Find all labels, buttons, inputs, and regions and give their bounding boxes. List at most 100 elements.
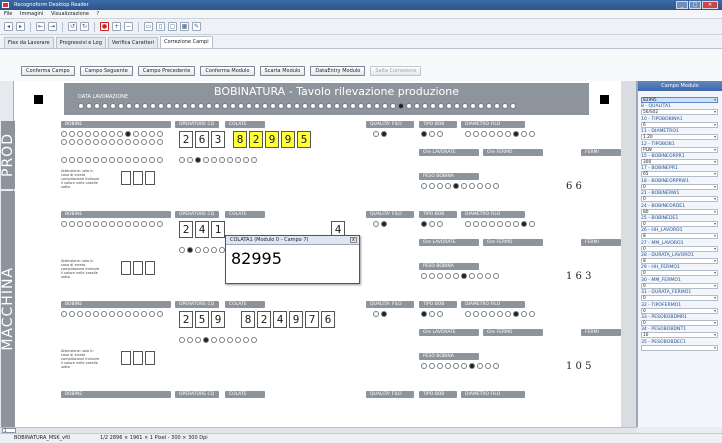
field-entry[interactable]: 21 - BOBINERW1 0	[641, 191, 720, 203]
field-entry[interactable]: 31 - DURATA_FERMO1 0	[641, 290, 720, 302]
field-value-input[interactable]: 0	[641, 245, 718, 252]
field-entry[interactable]: 32 - TIPOFERMO1 0	[641, 303, 720, 315]
scarta-modulo-button[interactable]: Scarta Modulo	[259, 66, 306, 76]
page-view-icon[interactable]: ▭	[144, 22, 153, 31]
correction-note: Attenzione: solo in caso di errata compi…	[61, 259, 100, 279]
field-value-input[interactable]: 0	[641, 270, 718, 277]
colata-digit[interactable]: 5	[297, 131, 311, 148]
field-value-input[interactable]: 0	[641, 183, 718, 190]
form-header: BOBINATURA - Tavolo rilevazione produzio…	[64, 83, 589, 115]
field-value-input[interactable]: 6	[641, 121, 718, 128]
colata-digit[interactable]: 9	[265, 131, 279, 148]
field-entry[interactable]: 17 - BOBINEPR1 65	[641, 166, 720, 178]
colata-digit[interactable]: 2	[249, 131, 263, 148]
back-icon[interactable]: ◂	[4, 22, 13, 31]
field-entry[interactable]: 10 - TIPOBOBINA1 6	[641, 117, 720, 129]
popup-close-button[interactable]: x	[350, 237, 357, 243]
bobine-header: BOBINE	[61, 121, 171, 128]
field-value-input[interactable]: 0	[641, 307, 718, 314]
form-image-viewer[interactable]: BOBINATURA - Tavolo rilevazione produzio…	[0, 81, 637, 427]
action-bar: Conferma Campo Campo Seguente Campo Prec…	[0, 49, 722, 81]
salta-correzione-button[interactable]: Salta Correzione	[370, 66, 422, 76]
grid-icon[interactable]: ▦	[180, 22, 189, 31]
field-value-input[interactable]: 65	[641, 171, 718, 178]
zoom-in-icon[interactable]: +	[112, 22, 121, 31]
settings-icon[interactable]: ✎	[192, 22, 201, 31]
handwritten-value: 1 0 5	[566, 361, 592, 372]
menu-help[interactable]: ?	[97, 11, 100, 17]
ore-lavorate-header: Ore LAVORATE	[419, 149, 479, 156]
ore-lavorate-header: Ore LAVORATE	[419, 329, 479, 336]
field-value-input[interactable]: 0	[641, 196, 718, 203]
menu-file[interactable]: File	[4, 11, 12, 17]
field-entry[interactable]: 30 - MM_FERMO1 0	[641, 278, 720, 290]
forward-icon[interactable]: ▸	[16, 22, 25, 31]
handwritten-value: 1 6 3	[566, 271, 592, 282]
field-value-input[interactable]: 16	[641, 332, 718, 339]
production-row-3: BOBINE OPERATORE CQ COLATE QUALITA' FILO…	[61, 301, 629, 385]
field-entry[interactable]: 29 - HH_FERMO1 0	[641, 265, 720, 277]
field-entry[interactable]: 24 - BOBINEORDE1 80	[641, 204, 720, 216]
field-value-input[interactable]	[641, 344, 718, 351]
last-page-icon[interactable]: ⇥	[48, 22, 57, 31]
field-entry[interactable]: 12 - TIPOBOB1 PLW	[641, 142, 720, 154]
field-entry[interactable]: 33 - PESOBOBDMR1 0	[641, 315, 720, 327]
field-value-input[interactable]: PLW	[641, 146, 718, 153]
field-entry[interactable]: 34 - PESOBOBDNT1 16	[641, 327, 720, 339]
field-entry[interactable]: 27 - MM_LAVORO1 0	[641, 241, 720, 253]
field-value-input[interactable]: 8	[641, 233, 718, 240]
window-titlebar: Recognoform Desktop Reader _ □ ✕	[0, 0, 722, 10]
field-entry[interactable]: 25 - BOBINEDE1 0	[641, 216, 720, 228]
close-button[interactable]: ✕	[702, 1, 718, 9]
field-entry[interactable]: 26 - HH_LAVORO1 8	[641, 228, 720, 240]
colata-digit[interactable]: 8	[233, 131, 247, 148]
zoom-out-icon[interactable]: −	[124, 22, 133, 31]
campo-precedente-button[interactable]: Campo Precedente	[137, 66, 196, 76]
diametro-header: DIAMETRO FILO	[461, 391, 525, 398]
field-value-input[interactable]: 0	[641, 295, 718, 302]
minimize-button[interactable]: _	[676, 1, 688, 9]
tab-flex-da-lavorare[interactable]: Flex da Lavorare	[4, 37, 54, 48]
field-value-input[interactable]: 8	[641, 258, 718, 265]
colata-digit[interactable]: 9	[281, 131, 295, 148]
field-entry[interactable]: 15 - BOBINEORPR1 300	[641, 154, 720, 166]
tab-verifica-caratteri[interactable]: Verifica Caratteri	[107, 37, 159, 48]
field-entry[interactable]: 28 - DURATA_LAVORO1 8	[641, 253, 720, 265]
stop-icon[interactable]: ●	[100, 22, 109, 31]
fit-page-icon[interactable]: ▢	[168, 22, 177, 31]
dataentry-modulo-button[interactable]: DataEntry Modulo	[310, 66, 366, 76]
fit-width-icon[interactable]: ▯	[156, 22, 165, 31]
field-value-input[interactable]: 300	[641, 158, 718, 165]
menu-immagini[interactable]: Immagini	[20, 11, 43, 17]
tab-correzione-campi[interactable]: Correzione Campi	[160, 36, 213, 48]
tipo-bubbles	[421, 221, 443, 227]
peso-header: PESO BOBINA	[419, 263, 479, 270]
field-entry[interactable]: 8 - QUALITA1 56/S02	[641, 104, 720, 116]
first-page-icon[interactable]: ⇤	[36, 22, 45, 31]
campo-seguente-button[interactable]: Campo Seguente	[79, 66, 133, 76]
qualita-header: QUALITA' FILO	[366, 391, 414, 398]
field-entry[interactable]: 35 - PESOBOBDEC1	[641, 340, 720, 352]
rotate-right-icon[interactable]: ↻	[80, 22, 89, 31]
field-value-input[interactable]: 56/S02	[641, 109, 718, 116]
menu-visualizzazione[interactable]: Visualizzazione	[51, 11, 89, 17]
bobine-bubbles	[61, 157, 163, 163]
rotate-left-icon[interactable]: ↺	[68, 22, 77, 31]
colate-header: COLATE	[225, 301, 265, 308]
field-entry[interactable]: 11 - DIAMETRO1 1.20	[641, 129, 720, 141]
conferma-campo-button[interactable]: Conferma Campo	[21, 66, 75, 76]
field-entry[interactable]: 82995	[641, 92, 720, 104]
field-value-input[interactable]: 0	[641, 320, 718, 327]
field-value-input[interactable]: 82995	[641, 97, 718, 103]
field-value-input[interactable]: 80	[641, 208, 718, 215]
field-value-input[interactable]: 0	[641, 220, 718, 227]
toolbar-separator	[62, 21, 63, 32]
field-value-input[interactable]: 1.20	[641, 134, 718, 141]
menu-bar: File Immagini Visualizzazione ?	[0, 10, 722, 19]
correction-note: Attenzione: solo in caso di errata compi…	[61, 349, 100, 369]
tab-progressivi-log[interactable]: Progressivi e Log	[55, 37, 106, 48]
field-value-input[interactable]: 0	[641, 282, 718, 289]
maximize-button[interactable]: □	[689, 1, 701, 9]
conferma-modulo-button[interactable]: Conferma Modulo	[200, 66, 255, 76]
field-entry[interactable]: 18 - BOBINEORPRW1 0	[641, 179, 720, 191]
